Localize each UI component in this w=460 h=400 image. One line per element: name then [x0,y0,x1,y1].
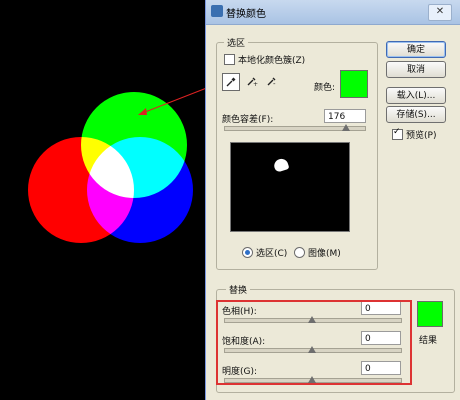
color-label: 颜色: [314,83,336,93]
ok-button[interactable]: 确定 [386,41,446,58]
result-label: 结果 [419,336,438,346]
cancel-button[interactable]: 取消 [386,61,446,78]
replacement-legend: 替换 [226,283,251,296]
localized-clusters-checkbox[interactable]: 本地化颜色簇(Z) [224,53,305,66]
eyedropper-plus-icon[interactable]: + [244,73,260,89]
radio-image-dot[interactable] [294,247,305,258]
image-canvas [0,0,205,400]
radio-selection-dot[interactable] [242,247,253,258]
eyedropper-minus-icon[interactable]: - [264,73,280,89]
svg-text:+: + [253,81,258,87]
radio-selection-label: 选区(C) [256,249,288,259]
replace-color-dialog: 替换颜色 ✕ 选区 本地化颜色簇(Z) + - 颜色: 颜色容差(F): 176… [205,0,460,400]
app-icon [211,5,223,17]
selection-legend: 选区 [224,36,249,49]
radio-image-label: 图像(M) [308,249,341,259]
close-button[interactable]: ✕ [428,4,452,21]
load-button[interactable]: 载入(L)... [386,87,446,104]
svg-text:-: - [273,80,276,87]
fuzziness-slider-thumb[interactable] [342,124,350,131]
eyedropper-icon[interactable] [222,73,240,91]
fuzziness-input[interactable]: 176 [324,109,366,123]
highlight-box [216,300,412,385]
title-bar: 替换颜色 ✕ [206,0,460,25]
radio-selection[interactable]: 选区(C) [242,246,287,259]
save-button[interactable]: 存储(S)... [386,106,446,123]
result-color-swatch[interactable] [417,301,443,327]
preview-checkbox[interactable]: 预览(P) [392,127,437,141]
preview-label: 预览(P) [406,131,437,141]
radio-image[interactable]: 图像(M) [294,246,341,259]
preview-checkbox-box[interactable] [392,127,403,140]
selection-color-swatch[interactable] [340,70,368,98]
selection-preview [230,142,350,232]
window-title: 替换颜色 [226,9,266,20]
fuzziness-label: 颜色容差(F): [222,115,274,125]
blue-circle [87,137,193,243]
localized-clusters-box[interactable] [224,54,235,65]
preview-selection-blob [272,157,290,173]
localized-clusters-label: 本地化颜色簇(Z) [238,56,306,66]
